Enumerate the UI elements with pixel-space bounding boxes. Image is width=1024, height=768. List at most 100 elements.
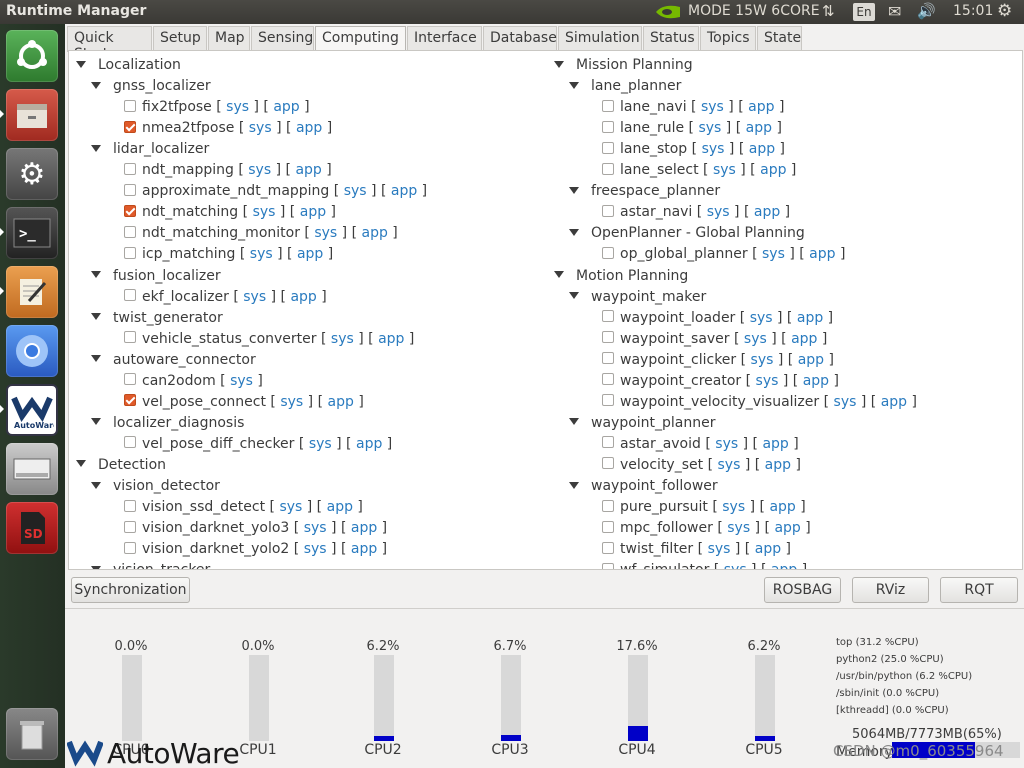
- node-checkbox[interactable]: [602, 246, 614, 259]
- sys-link[interactable]: sys: [724, 562, 747, 569]
- sys-link[interactable]: sys: [708, 541, 731, 557]
- node-label[interactable]: wf_simulator: [620, 562, 709, 569]
- node-checkbox[interactable]: [124, 436, 136, 449]
- node-label[interactable]: ndt_matching: [142, 204, 238, 220]
- node-label[interactable]: fix2tfpose: [142, 99, 212, 115]
- tab-status[interactable]: Status: [643, 26, 699, 52]
- node-label[interactable]: ndt_matching_monitor: [142, 225, 300, 241]
- expand-triangle-icon[interactable]: [554, 60, 564, 68]
- node-label[interactable]: mpc_follower: [620, 520, 713, 536]
- expand-triangle-icon[interactable]: [91, 418, 101, 426]
- sys-link[interactable]: sys: [304, 541, 327, 557]
- sys-link[interactable]: sys: [722, 499, 745, 515]
- terminal-icon[interactable]: >_: [6, 207, 58, 259]
- app-link[interactable]: app: [762, 436, 788, 452]
- node-checkbox[interactable]: [602, 120, 614, 133]
- sys-link[interactable]: sys: [762, 246, 785, 262]
- ubuntu-logo-icon[interactable]: [6, 30, 58, 82]
- node-checkbox[interactable]: [124, 204, 136, 217]
- app-link[interactable]: app: [748, 99, 774, 115]
- sys-link[interactable]: sys: [243, 289, 266, 305]
- node-checkbox[interactable]: [124, 225, 136, 238]
- node-label[interactable]: vehicle_status_converter: [142, 331, 317, 347]
- node-label[interactable]: waypoint_creator: [620, 373, 741, 389]
- sys-link[interactable]: sys: [226, 99, 249, 115]
- app-link[interactable]: app: [798, 352, 824, 368]
- node-checkbox[interactable]: [602, 310, 614, 323]
- sys-link[interactable]: sys: [702, 141, 725, 157]
- app-link[interactable]: app: [327, 499, 353, 515]
- power-mode-label[interactable]: MODE 15W 6CORE: [688, 3, 820, 19]
- nvidia-icon[interactable]: [654, 3, 682, 25]
- expand-triangle-icon[interactable]: [569, 418, 579, 426]
- app-link[interactable]: app: [391, 183, 417, 199]
- app-link[interactable]: app: [328, 394, 354, 410]
- app-link[interactable]: app: [296, 120, 322, 136]
- node-label[interactable]: vision_darknet_yolo3: [142, 520, 289, 536]
- node-checkbox[interactable]: [124, 162, 136, 175]
- expand-triangle-icon[interactable]: [76, 60, 86, 68]
- app-link[interactable]: app: [771, 562, 797, 569]
- expand-triangle-icon[interactable]: [91, 481, 101, 489]
- rviz-button[interactable]: RViz: [852, 577, 929, 603]
- expand-triangle-icon[interactable]: [91, 271, 101, 278]
- app-link[interactable]: app: [356, 436, 382, 452]
- app-link[interactable]: app: [881, 394, 907, 410]
- node-checkbox[interactable]: [602, 141, 614, 154]
- sys-link[interactable]: sys: [756, 373, 779, 389]
- node-checkbox[interactable]: [602, 204, 614, 217]
- node-label[interactable]: approximate_ndt_mapping: [142, 183, 329, 199]
- expand-triangle-icon[interactable]: [554, 271, 564, 278]
- app-link[interactable]: app: [774, 520, 800, 536]
- node-checkbox[interactable]: [124, 520, 136, 533]
- network-arrows-icon[interactable]: ⇅: [822, 2, 835, 20]
- app-link[interactable]: app: [791, 331, 817, 347]
- node-checkbox[interactable]: [602, 352, 614, 365]
- node-label[interactable]: vision_ssd_detect: [142, 499, 265, 515]
- app-link[interactable]: app: [362, 225, 388, 241]
- expand-triangle-icon[interactable]: [569, 81, 579, 89]
- tab-setup[interactable]: Setup: [153, 26, 207, 52]
- node-checkbox[interactable]: [124, 373, 136, 386]
- node-label[interactable]: lane_select: [620, 162, 699, 178]
- expand-triangle-icon[interactable]: [569, 228, 579, 236]
- sys-link[interactable]: sys: [751, 352, 774, 368]
- expand-triangle-icon[interactable]: [569, 481, 579, 489]
- gear-icon[interactable]: ⚙: [997, 1, 1012, 21]
- expand-triangle-icon[interactable]: [91, 81, 101, 89]
- drive-icon[interactable]: [6, 443, 58, 495]
- sys-link[interactable]: sys: [314, 225, 337, 241]
- node-label[interactable]: icp_matching: [142, 246, 235, 262]
- mail-icon[interactable]: ✉: [888, 2, 901, 21]
- node-label[interactable]: lane_navi: [620, 99, 687, 115]
- tab-state[interactable]: State: [757, 26, 802, 52]
- sys-link[interactable]: sys: [279, 499, 302, 515]
- app-link[interactable]: app: [809, 246, 835, 262]
- tab-database[interactable]: Database: [483, 26, 557, 52]
- node-label[interactable]: can2odom: [142, 373, 216, 389]
- node-label[interactable]: op_global_planner: [620, 246, 748, 262]
- node-checkbox[interactable]: [124, 541, 136, 554]
- node-label[interactable]: lane_rule: [620, 120, 684, 136]
- sys-link[interactable]: sys: [750, 310, 773, 326]
- app-link[interactable]: app: [300, 204, 326, 220]
- node-label[interactable]: vel_pose_connect: [142, 394, 266, 410]
- app-link[interactable]: app: [746, 120, 772, 136]
- expand-triangle-icon[interactable]: [91, 565, 101, 569]
- node-checkbox[interactable]: [124, 289, 136, 302]
- app-link[interactable]: app: [290, 289, 316, 305]
- settings-icon[interactable]: ⚙: [6, 148, 58, 200]
- node-checkbox[interactable]: [124, 183, 136, 196]
- tab-topics[interactable]: Topics: [700, 26, 756, 52]
- node-label[interactable]: vel_pose_diff_checker: [142, 436, 294, 452]
- node-label[interactable]: waypoint_saver: [620, 331, 730, 347]
- node-label[interactable]: astar_navi: [620, 204, 692, 220]
- app-link[interactable]: app: [273, 99, 299, 115]
- app-link[interactable]: app: [754, 204, 780, 220]
- app-link[interactable]: app: [297, 246, 323, 262]
- node-checkbox[interactable]: [602, 99, 614, 112]
- app-link[interactable]: app: [803, 373, 829, 389]
- node-checkbox[interactable]: [124, 246, 136, 259]
- clock[interactable]: 15:01: [953, 3, 993, 19]
- tab-computing[interactable]: Computing: [315, 26, 406, 53]
